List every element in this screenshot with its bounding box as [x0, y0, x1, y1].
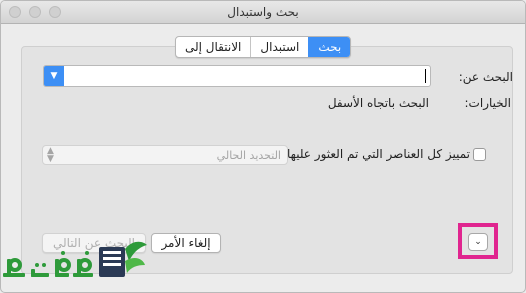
- chevron-down-icon: ⌄: [474, 237, 482, 247]
- text-cursor: [425, 69, 426, 83]
- cancel-button[interactable]: إلغاء الأمر: [151, 233, 221, 253]
- options-label: الخيارات:: [464, 96, 511, 110]
- tab-replace[interactable]: استبدال: [250, 37, 308, 57]
- scope-select[interactable]: التحديد الحالي ▲ ▼: [42, 145, 288, 165]
- title-bar: بحث واستبدال: [1, 1, 525, 24]
- fikra-watermark-logo: [3, 241, 147, 277]
- updown-arrows-icon: ▲ ▼: [47, 146, 54, 164]
- tab-bar: بحث استبدال الانتقال إلى: [175, 36, 352, 58]
- highlight-all-label: تمييز كل العناصر التي تم العثور عليها في…: [263, 147, 470, 161]
- highlight-all-checkbox[interactable]: [473, 148, 486, 161]
- options-value: البحث باتجاه الأسفل: [327, 96, 429, 110]
- tab-go-to[interactable]: الانتقال إلى: [176, 37, 250, 57]
- search-field[interactable]: ▼: [43, 65, 431, 87]
- search-label: البحث عن:: [458, 70, 513, 84]
- window-title: بحث واستبدال: [227, 5, 299, 19]
- find-replace-window: بحث واستبدال بحث استبدال الانتقال إلى ال…: [0, 0, 526, 293]
- tab-find[interactable]: بحث: [308, 37, 351, 57]
- chevron-down-icon[interactable]: ▼: [44, 66, 64, 86]
- expand-options-button[interactable]: ⌄: [468, 233, 488, 251]
- scope-select-value: التحديد الحالي: [216, 149, 281, 162]
- search-input[interactable]: [65, 66, 429, 87]
